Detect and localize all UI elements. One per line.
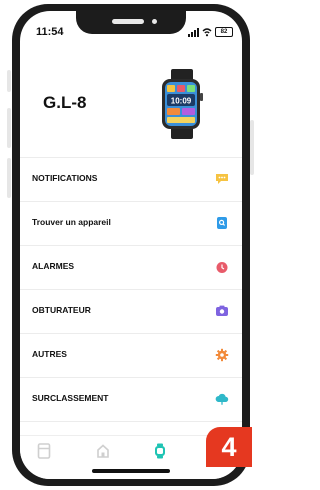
step-number-badge: 4 xyxy=(206,427,252,467)
volume-up-button xyxy=(7,108,11,148)
alarm-clock-icon xyxy=(216,262,228,273)
camera-icon xyxy=(216,305,228,316)
menu-item-alarms[interactable]: ALARMES xyxy=(20,245,242,289)
search-device-icon xyxy=(217,217,227,229)
device-tab-icon[interactable] xyxy=(37,443,51,459)
signal-icon xyxy=(188,27,199,37)
menu-item-label: OBTURATEUR xyxy=(32,305,91,315)
watch-tab-icon[interactable] xyxy=(153,443,167,459)
battery-icon: 82 xyxy=(215,27,233,37)
notch xyxy=(76,11,186,34)
menu-item-find-device[interactable]: Trouver un appareil xyxy=(20,201,242,245)
watch-time: 10:09 xyxy=(171,97,192,106)
status-time: 11:54 xyxy=(36,26,64,38)
front-camera xyxy=(152,19,157,24)
gear-icon xyxy=(215,348,229,362)
power-button xyxy=(250,120,254,175)
smartwatch-image: 10:09 xyxy=(162,69,203,139)
menu-item-others[interactable]: AUTRES xyxy=(20,333,242,377)
home-indicator xyxy=(92,469,170,473)
menu-item-label: SURCLASSEMENT xyxy=(32,393,109,403)
home-tab-icon[interactable] xyxy=(96,443,110,459)
chat-bubble-icon xyxy=(216,174,228,184)
device-name: G.L-8 xyxy=(43,93,87,112)
speaker-grille xyxy=(112,19,144,24)
settings-menu: NOTIFICATIONS Trouver un appareil ALARME… xyxy=(20,157,242,422)
mute-switch xyxy=(7,70,11,92)
menu-item-label: Trouver un appareil xyxy=(32,217,111,227)
phone-screen: 11:54 82 G.L-8 10:09 NOTIFICATIONS Trouv… xyxy=(20,11,242,479)
status-icons: 82 xyxy=(188,27,233,37)
menu-item-label: ALARMES xyxy=(32,261,75,271)
menu-item-label: AUTRES xyxy=(32,349,67,359)
menu-item-shutter[interactable]: OBTURATEUR xyxy=(20,289,242,333)
volume-down-button xyxy=(7,158,11,198)
menu-item-label: NOTIFICATIONS xyxy=(32,173,98,183)
menu-item-notifications[interactable]: NOTIFICATIONS xyxy=(20,157,242,201)
cloud-upload-icon xyxy=(215,393,229,405)
menu-item-upgrade[interactable]: SURCLASSEMENT xyxy=(20,377,242,422)
wifi-icon xyxy=(202,28,212,37)
